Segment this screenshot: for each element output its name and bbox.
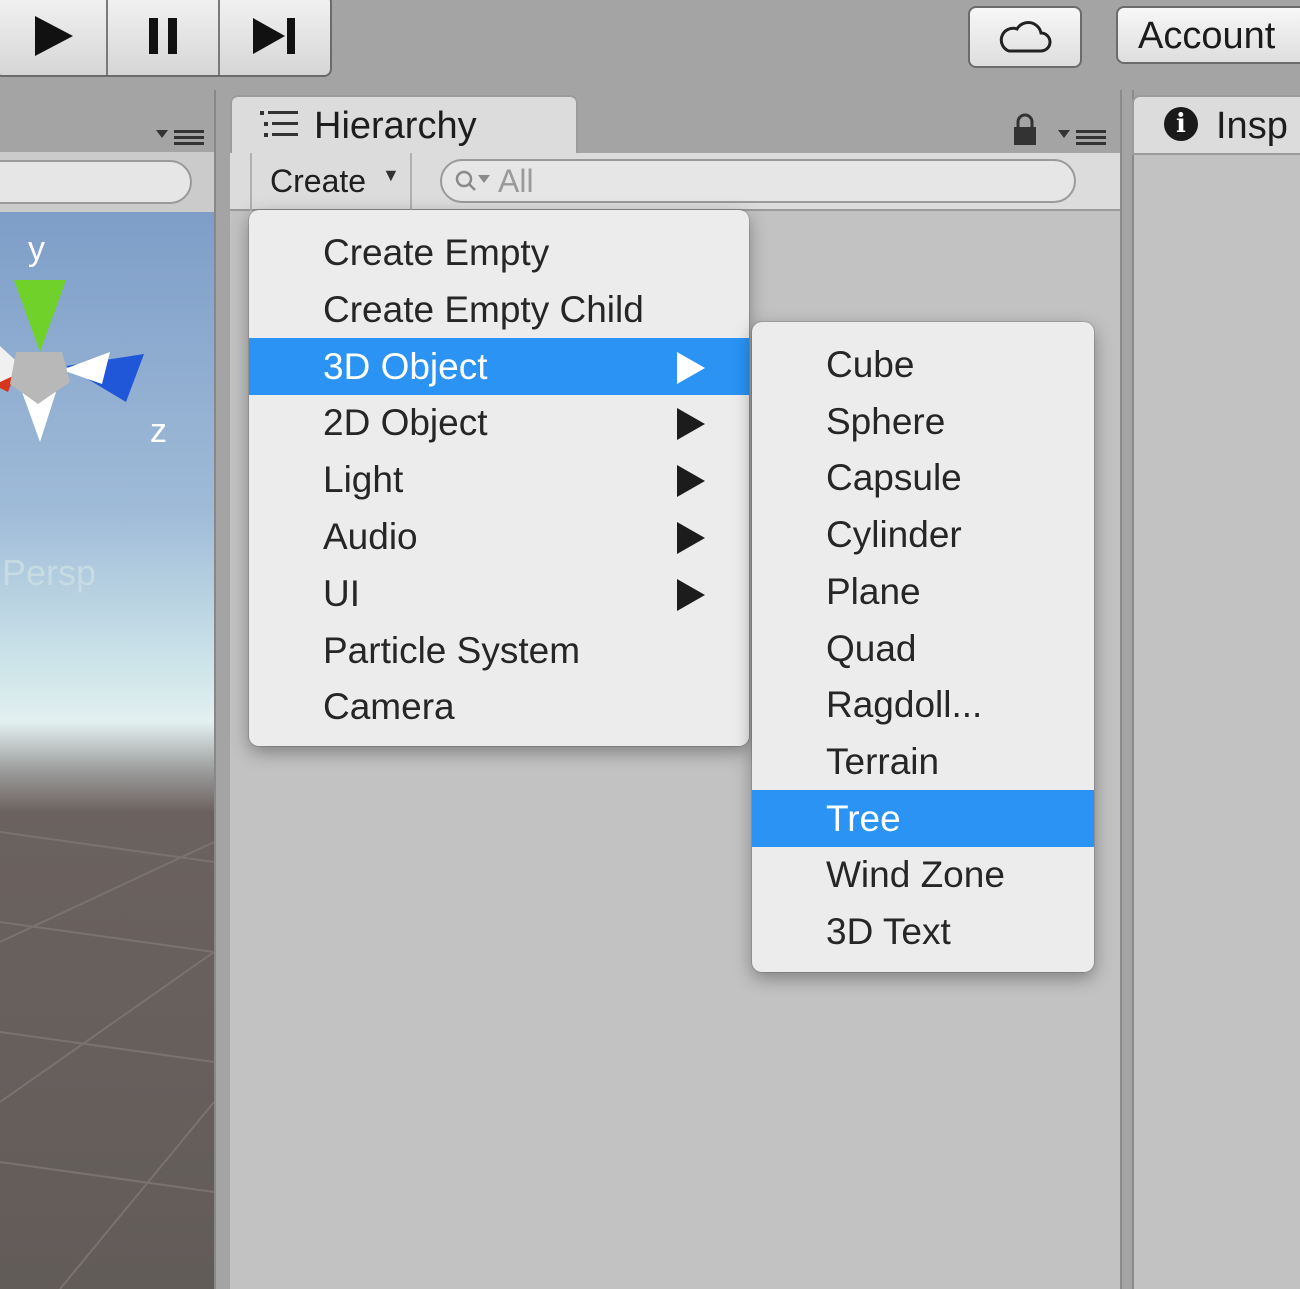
panel-divider[interactable] [214,90,230,1289]
inspector-panel [1134,155,1300,1289]
menu-item-3d-object[interactable]: 3D Object [249,337,749,395]
create-label: Create [270,163,367,199]
play-icon [35,15,73,56]
panel-menu-icon[interactable] [156,126,208,148]
dropdown-arrow-icon: ▼ [382,165,400,185]
submenu-arrow-icon [677,351,705,384]
menu-item-label: UI [323,572,360,614]
menu-item-label: Sphere [826,400,946,442]
menu-item-3d-text[interactable]: 3D Text [752,903,1094,960]
search-icon [455,170,490,191]
menu-item-label: Camera [323,686,455,728]
step-button[interactable] [220,0,330,75]
menu-item-label: 3D Object [323,345,488,387]
submenu-arrow-icon [677,578,705,611]
orientation-gizmo[interactable] [0,242,214,522]
menu-item-label: Create Empty [323,232,550,273]
gizmo-z-label: z [150,412,167,450]
menu-item-label: Cylinder [826,514,962,556]
pause-icon [149,17,177,54]
hierarchy-panel-menu-icon[interactable] [1058,126,1110,148]
menu-item-cube[interactable]: Cube [752,336,1094,393]
menu-item-label: Capsule [826,457,962,499]
menu-item-cylinder[interactable]: Cylinder [752,506,1094,563]
create-menu: Create Empty Create Empty Child 3D Object 2… [249,210,749,746]
menu-item-label: Tree [826,797,901,839]
hierarchy-search-input[interactable]: All [440,159,1076,203]
menu-item-label: 2D Object [323,402,488,444]
menu-item-capsule[interactable]: Capsule [752,449,1094,506]
menu-item-label: Ragdoll... [826,684,983,726]
menu-item-camera[interactable]: Camera [249,678,749,735]
menu-item-create-empty-child[interactable]: Create Empty Child [249,281,749,338]
menu-item-label: Create Empty Child [323,288,644,330]
panel-divider-right[interactable] [1120,90,1134,1289]
3d-object-submenu: Cube Sphere Capsule Cylinder Plane Quad Ragdol… [752,322,1094,972]
info-icon: i [1164,107,1198,141]
projection-label[interactable]: Persp [2,552,96,594]
menu-item-label: Quad [826,627,917,669]
lock-icon[interactable] [1010,113,1040,147]
gizmo-y-label: y [28,230,45,268]
submenu-arrow-icon [677,522,705,554]
search-placeholder: All [498,163,534,199]
top-toolbar: Account [0,0,1300,90]
cloud-button[interactable] [968,6,1082,68]
menu-item-ragdoll[interactable]: Ragdoll... [752,676,1094,733]
pause-button[interactable] [108,0,220,75]
menu-item-ui[interactable]: UI [249,565,749,622]
menu-item-label: Wind Zone [826,854,1005,896]
tab-inspector[interactable]: i Insp [1132,95,1300,155]
scene-panel: y z Persp [0,90,218,1289]
scene-toolbar [0,152,218,214]
menu-item-2d-object[interactable]: 2D Object [249,394,749,451]
menu-item-label: Particle System [323,629,581,671]
hierarchy-toolbar: Create ▼ All [230,153,1120,211]
tab-hierarchy[interactable]: Hierarchy [230,95,578,153]
inspector-tab-label: Insp [1216,105,1288,147]
menu-item-plane[interactable]: Plane [752,563,1094,620]
menu-item-terrain[interactable]: Terrain [752,733,1094,790]
step-forward-icon [253,17,295,54]
play-button[interactable] [0,0,108,75]
menu-item-create-empty[interactable]: Create Empty [249,224,749,281]
menu-item-wind-zone[interactable]: Wind Zone [752,846,1094,903]
account-button[interactable]: Account [1116,6,1300,64]
menu-item-quad[interactable]: Quad [752,620,1094,677]
submenu-arrow-icon [677,408,705,441]
menu-item-audio[interactable]: Audio [249,508,749,565]
menu-item-label: Light [323,459,404,501]
menu-item-light[interactable]: Light [249,451,749,508]
menu-item-label: Cube [826,344,915,385]
create-dropdown-button[interactable]: Create ▼ [250,153,412,211]
menu-item-label: Audio [323,516,418,557]
menu-item-label: 3D Text [826,911,951,952]
ground-grid [0,831,214,1289]
menu-item-sphere[interactable]: Sphere [752,393,1094,450]
menu-item-tree[interactable]: Tree [752,789,1094,847]
menu-item-label: Terrain [826,740,940,782]
playback-controls [0,0,332,77]
menu-item-particle-system[interactable]: Particle System [249,622,749,679]
scene-viewport[interactable]: y z Persp [0,212,214,1289]
hierarchy-tab-label: Hierarchy [314,105,477,147]
submenu-arrow-icon [677,465,705,498]
scene-tab-header [0,90,218,152]
menu-item-label: Plane [826,570,921,612]
cloud-icon [999,21,1052,53]
hierarchy-list-icon [260,111,298,137]
scene-search-input[interactable] [0,160,192,204]
